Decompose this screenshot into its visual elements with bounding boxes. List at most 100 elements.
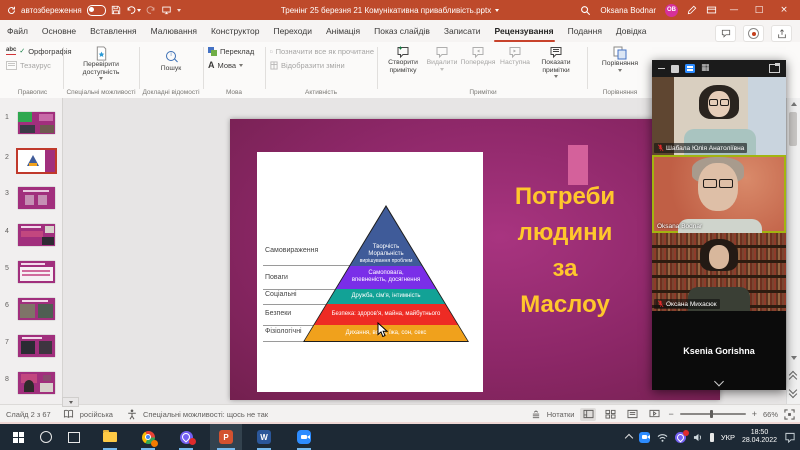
undo-button[interactable] bbox=[126, 5, 141, 15]
zoom-in-button[interactable]: + bbox=[752, 409, 757, 419]
accessibility-status[interactable]: Спеціальні можливості: щось не так bbox=[143, 410, 268, 419]
zoom-out-button[interactable]: − bbox=[668, 409, 673, 419]
zoom-minimize-icon[interactable] bbox=[658, 68, 665, 70]
save-icon[interactable] bbox=[111, 5, 121, 15]
editor-scrollbar[interactable] bbox=[786, 98, 800, 404]
viber-icon[interactable] bbox=[172, 424, 200, 450]
tab-transitions[interactable]: Переходи bbox=[266, 20, 319, 42]
cortana-button[interactable] bbox=[32, 424, 60, 450]
slide-thumbnail-6[interactable] bbox=[18, 298, 55, 320]
tab-slideshow[interactable]: Показ слайдів bbox=[367, 20, 437, 42]
account-name[interactable]: Oksana Bodnar bbox=[600, 6, 656, 15]
customize-qat-icon[interactable] bbox=[177, 9, 181, 12]
maximize-button[interactable]: □ bbox=[751, 0, 767, 20]
slide-thumbnail-3[interactable] bbox=[18, 187, 55, 209]
zoom-gallery-view-icon[interactable]: ▦ bbox=[701, 64, 710, 73]
delete-comment-button[interactable]: Видалити bbox=[425, 43, 459, 78]
zoom-participant-tile[interactable]: Ksenia Gorishna bbox=[652, 311, 786, 390]
tab-animations[interactable]: Анімація bbox=[319, 20, 367, 42]
action-center-icon[interactable] bbox=[784, 432, 796, 443]
slide-canvas[interactable]: Потреби людини за Маслоу Самовираження П… bbox=[230, 119, 720, 400]
zoom-taskbar-icon[interactable] bbox=[290, 424, 318, 450]
new-comment-button[interactable]: Створити примітку bbox=[381, 43, 425, 78]
next-comment-button[interactable]: Наступна bbox=[497, 43, 533, 78]
task-view-button[interactable] bbox=[60, 424, 88, 450]
zoom-speaker-view-icon[interactable] bbox=[671, 65, 679, 73]
zoom-participant-tile[interactable]: Шабала Юлія Анатоліївна bbox=[652, 77, 786, 155]
show-comments-button[interactable]: Показати примітки bbox=[533, 43, 579, 78]
notes-toggle[interactable]: Нотатки bbox=[547, 410, 575, 419]
slide-thumbnail-8[interactable] bbox=[18, 372, 55, 394]
slide-title-textbox[interactable]: Потреби людини за Маслоу bbox=[475, 179, 655, 323]
clock[interactable]: 18:50 28.04.2022 bbox=[742, 429, 777, 445]
start-presentation-icon[interactable] bbox=[161, 5, 172, 15]
normal-view-button[interactable] bbox=[580, 408, 596, 421]
slide-thumbnail-7[interactable] bbox=[18, 335, 55, 357]
slideshow-button[interactable] bbox=[646, 408, 662, 421]
zoom-level[interactable]: 66% bbox=[763, 410, 778, 419]
thesaurus-button[interactable]: Тезаурус bbox=[6, 59, 61, 71]
tab-record[interactable]: Записати bbox=[437, 20, 488, 42]
file-explorer-icon[interactable] bbox=[96, 424, 124, 450]
account-avatar[interactable]: OB bbox=[665, 4, 678, 17]
scrollbar-thumb[interactable] bbox=[789, 112, 797, 146]
redo-icon[interactable] bbox=[146, 5, 156, 15]
tab-home[interactable]: Основне bbox=[35, 20, 83, 42]
document-title[interactable]: Тренінг 25 березня 21 Комунікативна прив… bbox=[230, 0, 550, 20]
slide-counter[interactable]: Слайд 2 з 67 bbox=[6, 410, 51, 419]
hidden-icons-chevron[interactable] bbox=[625, 434, 633, 442]
tab-file[interactable]: Файл bbox=[0, 20, 35, 42]
chevron-down-icon[interactable] bbox=[714, 377, 724, 387]
next-slide-button[interactable] bbox=[790, 387, 796, 397]
powerpoint-taskbar-icon[interactable]: P bbox=[210, 424, 242, 450]
previous-comment-button[interactable]: Попередня bbox=[459, 43, 497, 78]
pyramid-image[interactable]: Самовираження Поваги Соціальні Безпеки Ф… bbox=[257, 152, 483, 392]
keyboard-language[interactable]: УКР bbox=[721, 433, 735, 442]
zoom-active-view-icon[interactable] bbox=[685, 64, 695, 73]
accessibility-icon[interactable] bbox=[127, 409, 137, 420]
minimize-button[interactable]: — bbox=[726, 0, 742, 20]
speaker-icon[interactable] bbox=[693, 433, 703, 442]
translate-button[interactable]: Переклад bbox=[208, 45, 262, 57]
tab-review[interactable]: Рецензування bbox=[488, 20, 561, 42]
autosave-toggle[interactable] bbox=[87, 5, 106, 16]
previous-slide-button[interactable] bbox=[790, 372, 796, 382]
device-icon[interactable] bbox=[710, 433, 714, 442]
show-changes-button[interactable]: Відобразити зміни bbox=[270, 59, 374, 71]
close-button[interactable]: × bbox=[776, 0, 792, 20]
zoom-exit-minimized-icon[interactable] bbox=[769, 64, 780, 73]
chrome-icon[interactable] bbox=[134, 424, 162, 450]
language-button[interactable]: A Мова bbox=[208, 59, 262, 71]
tab-draw[interactable]: Малювання bbox=[144, 20, 204, 42]
slide-sorter-view-button[interactable] bbox=[602, 408, 618, 421]
slide-thumbnail-4[interactable] bbox=[18, 224, 55, 246]
scroll-up-icon[interactable] bbox=[791, 102, 797, 106]
word-taskbar-icon[interactable]: W bbox=[250, 424, 278, 450]
thumbnail-pane-collapse-button[interactable] bbox=[62, 397, 79, 407]
zoom-window-titlebar[interactable]: ▦ bbox=[652, 60, 786, 77]
notes-icon[interactable] bbox=[531, 410, 541, 419]
share-button[interactable] bbox=[771, 25, 792, 42]
zoom-tray-icon[interactable] bbox=[639, 432, 650, 443]
record-button[interactable] bbox=[743, 25, 764, 42]
slide-thumbnail-1[interactable] bbox=[18, 112, 55, 134]
wifi-icon[interactable] bbox=[657, 433, 668, 442]
zoom-participant-tile[interactable]: Оксана Михасюк bbox=[652, 233, 786, 311]
compare-button[interactable]: Порівняння bbox=[591, 43, 649, 72]
search-icon[interactable] bbox=[580, 5, 591, 16]
comments-button[interactable] bbox=[715, 25, 736, 42]
mark-all-read-button[interactable]: Позначити все як прочитане bbox=[270, 45, 374, 57]
zoom-slider-knob[interactable] bbox=[710, 410, 713, 418]
check-accessibility-button[interactable]: Перевірити доступність bbox=[66, 43, 136, 80]
tab-design[interactable]: Конструктор bbox=[204, 20, 266, 42]
tab-insert[interactable]: Вставлення bbox=[83, 20, 143, 42]
pen-mode-icon[interactable] bbox=[687, 5, 697, 15]
viber-tray-icon[interactable] bbox=[675, 432, 686, 443]
ribbon-display-options-icon[interactable] bbox=[706, 5, 717, 15]
fit-slide-icon[interactable] bbox=[784, 409, 795, 420]
start-button[interactable] bbox=[4, 424, 32, 450]
proofing-book-icon[interactable] bbox=[63, 409, 74, 419]
slide-thumbnail-2[interactable] bbox=[18, 150, 55, 172]
tab-view[interactable]: Подання bbox=[561, 20, 609, 42]
zoom-slider[interactable] bbox=[680, 413, 746, 415]
